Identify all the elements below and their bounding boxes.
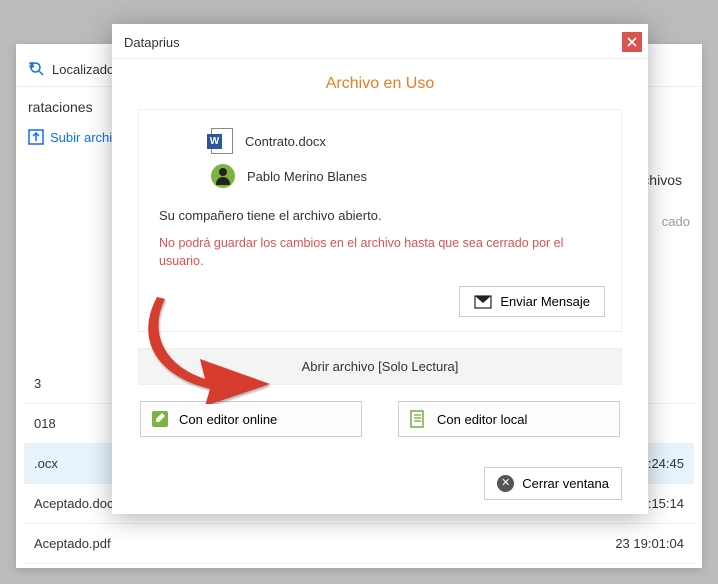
modal-body: Contrato.docx Pablo Merino Blanes Su com… [112, 103, 648, 451]
modal-dialog: Dataprius Archivo en Uso Contrato.docx P… [112, 24, 648, 514]
modal-footer: ✕ Cerrar ventana [112, 451, 648, 514]
app-name: Dataprius [124, 35, 180, 50]
editor-local-label: Con editor local [437, 412, 527, 427]
user-row: Pablo Merino Blanes [155, 160, 605, 194]
edit-online-icon [151, 410, 169, 428]
editor-local-button[interactable]: Con editor local [398, 401, 620, 437]
locator-label: Localizador [52, 62, 119, 77]
bg-cado: cado [662, 214, 690, 229]
send-message-button[interactable]: Enviar Mensaje [459, 286, 605, 317]
close-window-label: Cerrar ventana [522, 476, 609, 491]
table-row[interactable]: Aceptado.pdf 23 19:01:04 [24, 524, 694, 564]
close-icon [627, 37, 637, 47]
envelope-icon [474, 295, 492, 309]
info-panel: Contrato.docx Pablo Merino Blanes Su com… [138, 109, 622, 332]
user-name: Pablo Merino Blanes [247, 169, 367, 184]
warning-text: No podrá guardar los cambios en el archi… [155, 229, 605, 282]
word-doc-icon [211, 128, 233, 154]
editor-online-label: Con editor online [179, 412, 277, 427]
x-circle-icon: ✕ [497, 475, 514, 492]
info-text: Su compañero tiene el archivo abierto. [155, 194, 605, 229]
close-window-button[interactable]: ✕ Cerrar ventana [484, 467, 622, 500]
editor-buttons: Con editor online Con editor local [138, 401, 622, 437]
file-row: Contrato.docx [155, 124, 605, 160]
editor-online-button[interactable]: Con editor online [140, 401, 362, 437]
close-button[interactable] [622, 32, 642, 52]
modal-title: Archivo en Uso [112, 59, 648, 103]
upload-icon [28, 129, 44, 145]
locator-icon [28, 60, 46, 78]
edit-local-icon [409, 410, 427, 428]
readonly-banner: Abrir archivo [Solo Lectura] [138, 348, 622, 385]
send-message-label: Enviar Mensaje [500, 294, 590, 309]
file-name: Contrato.docx [245, 134, 326, 149]
user-icon [211, 164, 235, 188]
modal-titlebar: Dataprius [112, 24, 648, 59]
